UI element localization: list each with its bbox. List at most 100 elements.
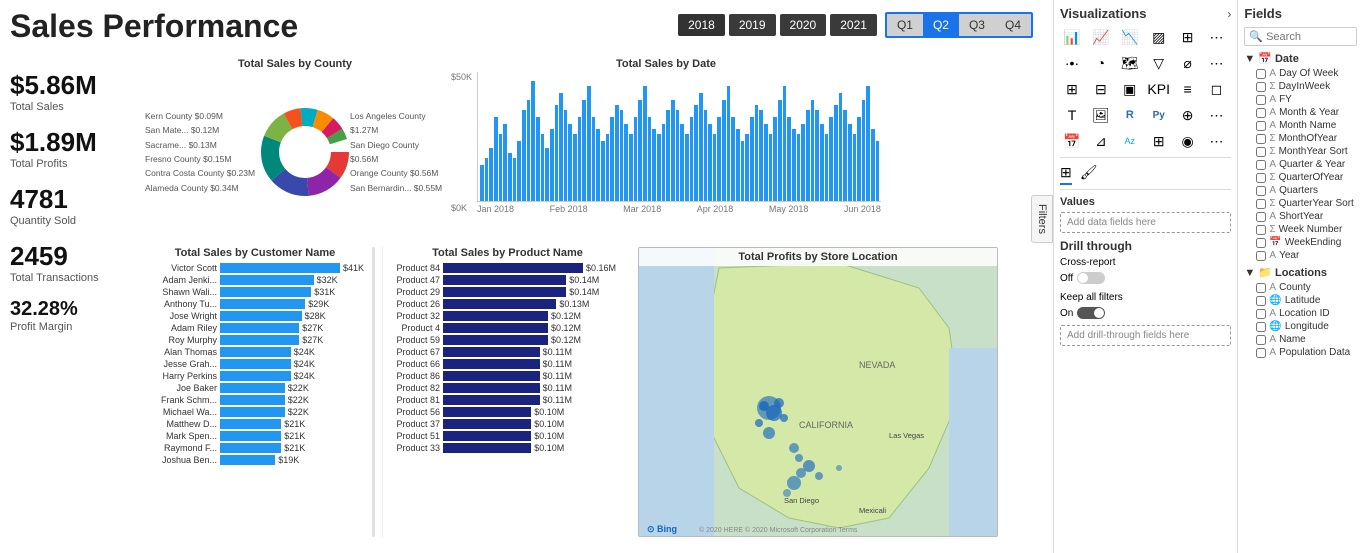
- field-quarteryear-sort-check[interactable]: [1256, 199, 1266, 209]
- table-icon-loc: 📁: [1258, 266, 1272, 279]
- field-week-number-check[interactable]: [1256, 225, 1266, 235]
- viz-tab-format[interactable]: 🖌: [1080, 164, 1098, 185]
- field-longitude-check[interactable]: [1256, 322, 1266, 332]
- field-population-data-check[interactable]: [1256, 348, 1266, 358]
- field-dayinweek-check[interactable]: [1256, 82, 1266, 92]
- field-month-year-check[interactable]: [1256, 108, 1266, 118]
- viz-icon-card[interactable]: ▣: [1118, 79, 1142, 99]
- customer-bar-label: Michael Wa...: [145, 407, 220, 417]
- quarter-btn-q4[interactable]: Q4: [995, 14, 1031, 36]
- fields-search-input[interactable]: [1266, 31, 1352, 43]
- field-county-check[interactable]: [1256, 283, 1266, 293]
- bar-date-title: Total Sales by Date: [451, 58, 881, 70]
- customer-bar-label: Shawn Wali...: [145, 287, 220, 297]
- viz-tab-fields[interactable]: ⊞: [1060, 164, 1072, 185]
- viz-icon-table[interactable]: ⊞: [1060, 79, 1084, 99]
- field-month-name-check[interactable]: [1256, 121, 1266, 131]
- cross-report-toggle[interactable]: [1077, 272, 1105, 284]
- field-year-check[interactable]: [1256, 251, 1266, 261]
- customer-bar-value: $24K: [294, 347, 315, 357]
- field-quarters-check[interactable]: [1256, 186, 1266, 196]
- bar-item: [862, 100, 866, 201]
- viz-icon-python[interactable]: Py: [1147, 105, 1171, 125]
- product-bar-label: Product 82: [383, 383, 443, 393]
- product-bar-label: Product 59: [383, 335, 443, 345]
- donut-legend-right: Los Angeles County $1.27M San Diego Coun…: [350, 109, 445, 196]
- field-location-id-check[interactable]: [1256, 309, 1266, 319]
- quarter-btn-q3[interactable]: Q3: [959, 14, 995, 36]
- viz-icon-filter2[interactable]: ⊿: [1089, 131, 1113, 151]
- quarter-btn-q2[interactable]: Q2: [923, 14, 959, 36]
- viz-icon-more1[interactable]: ⋯: [1204, 27, 1228, 47]
- year-btn-2018[interactable]: 2018: [678, 14, 725, 36]
- year-btn-2020[interactable]: 2020: [780, 14, 827, 36]
- map-svg: NEVADA CALIFORNIA: [639, 248, 998, 537]
- viz-icon-extra3[interactable]: ⋯: [1204, 131, 1228, 151]
- field-shortyear-check[interactable]: [1256, 212, 1266, 222]
- viz-icon-more2[interactable]: ⋯: [1204, 53, 1228, 73]
- field-fy-check[interactable]: [1256, 95, 1266, 105]
- viz-panel-expand[interactable]: ›: [1227, 7, 1231, 21]
- viz-icon-line[interactable]: 📉: [1118, 27, 1142, 47]
- kpi-total-sales: $5.86M Total Sales: [10, 70, 99, 113]
- field-quarterofyear-check[interactable]: [1256, 173, 1266, 183]
- add-drill-fields-box[interactable]: Add drill-through fields here: [1060, 325, 1231, 346]
- field-year: A Year: [1244, 249, 1357, 262]
- field-weekending-check[interactable]: [1256, 238, 1266, 248]
- date-section-header[interactable]: ▼ 📅 Date: [1244, 52, 1357, 65]
- globe-icon-lon: 🌐: [1269, 321, 1281, 332]
- customer-bar-label: Joe Baker: [145, 383, 220, 393]
- viz-icon-calendar[interactable]: 📅: [1060, 131, 1084, 151]
- viz-icon-combo[interactable]: ⊞: [1176, 27, 1200, 47]
- viz-icon-image[interactable]: 🖼: [1089, 105, 1113, 125]
- viz-icon-extra1[interactable]: ⊞: [1147, 131, 1171, 151]
- customer-bar-fill: [220, 263, 340, 273]
- sigma-icon: Σ: [1269, 81, 1275, 92]
- field-monthofyear-check[interactable]: [1256, 134, 1266, 144]
- viz-icon-r[interactable]: R: [1118, 105, 1142, 125]
- bar-date-chart: Total Sales by Date $50K $0K Jan 2018 Fe…: [451, 58, 881, 243]
- product-bar-label: Product 33: [383, 443, 443, 453]
- viz-icon-gauge[interactable]: ⌀: [1176, 53, 1200, 73]
- product-bars-list[interactable]: Product 84$0.16MProduct 47$0.14MProduct …: [383, 263, 632, 455]
- filters-side-tab[interactable]: Filters: [1031, 195, 1053, 243]
- product-bar-value: $0.11M: [543, 395, 572, 405]
- viz-icon-custom[interactable]: ⋯: [1204, 105, 1228, 125]
- bar-item: [573, 134, 577, 201]
- viz-icon-extra2[interactable]: ◉: [1176, 131, 1200, 151]
- bar-y-label-bottom: $0K: [451, 203, 467, 213]
- customer-bars-list[interactable]: Victor Scott$41KAdam Jenki...$32KShawn W…: [145, 263, 365, 467]
- viz-icon-kpi[interactable]: KPI: [1147, 79, 1171, 99]
- viz-icon-azure[interactable]: Az: [1118, 131, 1142, 151]
- keep-filters-toggle[interactable]: [1077, 307, 1105, 319]
- viz-icon-bar[interactable]: 📊: [1060, 27, 1084, 47]
- field-county: A County: [1244, 281, 1357, 294]
- viz-icon-textbox[interactable]: T: [1060, 105, 1084, 125]
- viz-panel-header: Visualizations ›: [1060, 6, 1231, 21]
- field-county-label: County: [1279, 282, 1311, 293]
- drill-through-title: Drill through: [1060, 239, 1231, 253]
- viz-icon-slicer[interactable]: ≡: [1176, 79, 1200, 99]
- viz-icon-decomp[interactable]: ⊕: [1176, 105, 1200, 125]
- viz-icon-shape[interactable]: ◻: [1204, 79, 1228, 99]
- fields-panel-header: Fields: [1244, 6, 1357, 21]
- quarter-btn-q1[interactable]: Q1: [887, 14, 923, 36]
- customer-bar-label: Joshua Ben...: [145, 455, 220, 465]
- year-btn-2021[interactable]: 2021: [830, 14, 877, 36]
- field-monthyear-sort-check[interactable]: [1256, 147, 1266, 157]
- viz-icon-map[interactable]: 🗺: [1118, 53, 1142, 73]
- field-weekending: 📅 WeekEnding: [1244, 236, 1357, 249]
- add-data-fields-box[interactable]: Add data fields here: [1060, 212, 1231, 233]
- viz-icon-column[interactable]: 📈: [1089, 27, 1113, 47]
- viz-icon-matrix[interactable]: ⊟: [1089, 79, 1113, 99]
- year-btn-2019[interactable]: 2019: [729, 14, 776, 36]
- field-name-check[interactable]: [1256, 335, 1266, 345]
- field-quarter-year-check[interactable]: [1256, 160, 1266, 170]
- viz-icon-area[interactable]: ▨: [1147, 27, 1171, 47]
- viz-icon-pie[interactable]: ◔: [1089, 53, 1113, 73]
- field-latitude-check[interactable]: [1256, 296, 1266, 306]
- locations-section-header[interactable]: ▼ 📁 Locations: [1244, 266, 1357, 279]
- viz-icon-scatter[interactable]: ·•·: [1060, 53, 1084, 73]
- viz-icon-funnel[interactable]: ▽: [1147, 53, 1171, 73]
- field-day-of-week-check[interactable]: [1256, 69, 1266, 79]
